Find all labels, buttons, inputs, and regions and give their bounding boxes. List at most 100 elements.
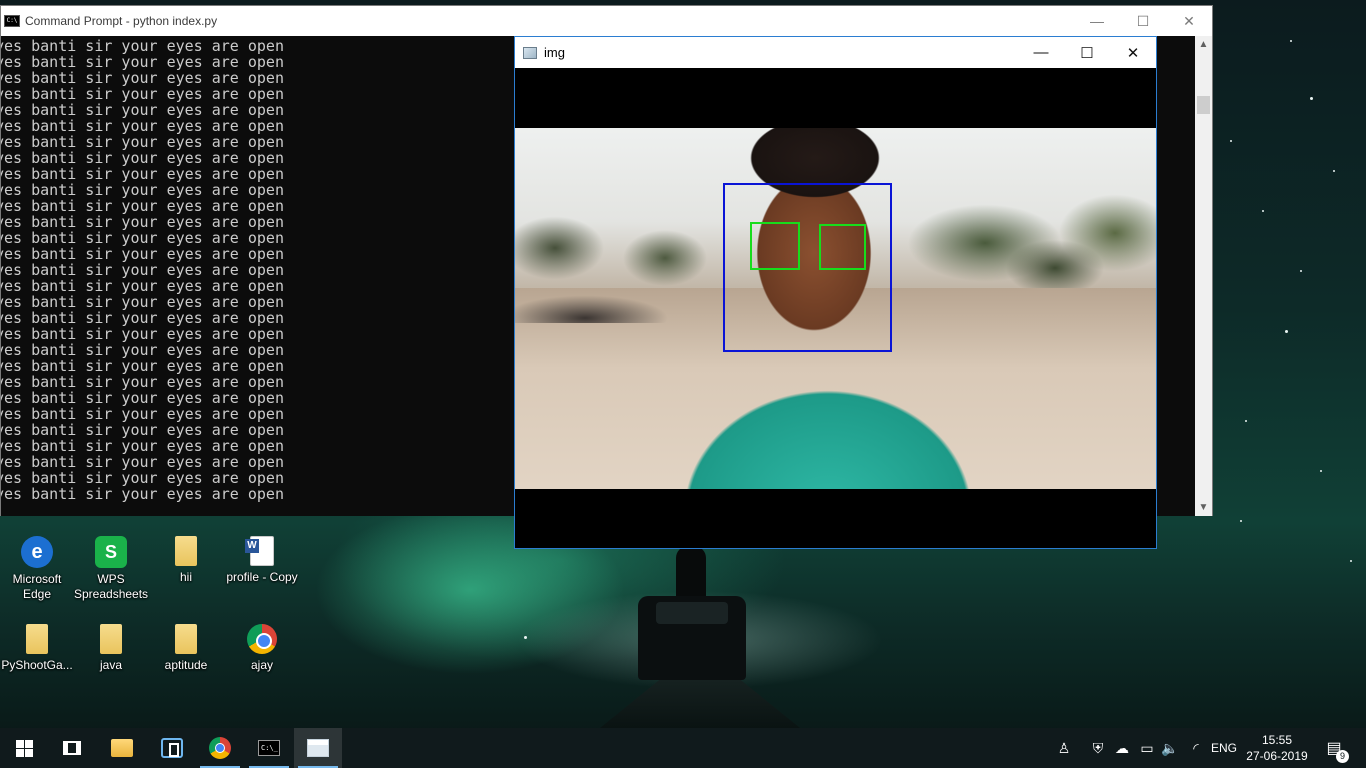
- cmd-output-line: yes banti sir your eyes are open: [1, 341, 284, 359]
- scroll-down-icon[interactable]: ▼: [1195, 499, 1212, 516]
- chrome-icon: [209, 737, 231, 759]
- cmd-output-line: yes banti sir your eyes are open: [1, 85, 284, 103]
- taskbar: C:\_ ♙ ⛨ ☁ ▭ 🔈 ◜ ENG 15:55 27-06-2019 ▤ …: [0, 728, 1366, 768]
- folder-icon: [175, 536, 197, 566]
- network-icon[interactable]: ◜: [1186, 728, 1206, 768]
- cmd-output-line: yes banti sir your eyes are open: [1, 117, 284, 135]
- desktop-icon-label: profile - Copy: [226, 570, 298, 584]
- image-window-icon: [307, 739, 329, 757]
- folder-icon: [100, 624, 122, 654]
- img-window[interactable]: img — ☐ ✕: [514, 36, 1157, 549]
- cmd-output-line: yes banti sir your eyes are open: [1, 469, 284, 487]
- cmd-output-line: yes banti sir your eyes are open: [1, 69, 284, 87]
- taskbar-clock[interactable]: 15:55 27-06-2019: [1246, 732, 1308, 764]
- windows-logo-icon: [15, 739, 33, 757]
- cmd-maximize-button[interactable]: ☐: [1120, 6, 1166, 36]
- cmd-output-line: yes banti sir your eyes are open: [1, 181, 284, 199]
- cmd-output-line: yes banti sir your eyes are open: [1, 485, 284, 503]
- notification-count-badge: 9: [1336, 750, 1349, 763]
- right-eye-detection-box: [819, 224, 866, 270]
- cmd-output-line: yes banti sir your eyes are open: [1, 325, 284, 343]
- cmd-output-line: yes banti sir your eyes are open: [1, 37, 284, 55]
- task-view-icon: [63, 741, 81, 755]
- cmd-output-line: yes banti sir your eyes are open: [1, 53, 284, 71]
- cmd-output-line: yes banti sir your eyes are open: [1, 261, 284, 279]
- cmd-icon: C:\: [4, 15, 20, 27]
- cmd-output-line: yes banti sir your eyes are open: [1, 101, 284, 119]
- desktop-icon-profile-copy[interactable]: profile - Copy: [225, 536, 299, 585]
- onedrive-icon[interactable]: ☁: [1112, 728, 1132, 768]
- cmd-output-line: yes banti sir your eyes are open: [1, 293, 284, 311]
- cmd-titlebar[interactable]: C:\ Command Prompt - python index.py — ☐…: [1, 6, 1212, 36]
- desktop-icon-label: ajay: [250, 658, 273, 672]
- cmd-output-line: yes banti sir your eyes are open: [1, 133, 284, 151]
- start-button[interactable]: [0, 728, 48, 768]
- img-window-title: img: [544, 45, 565, 60]
- cmd-window-title: Command Prompt - python index.py: [25, 14, 218, 28]
- taskbar-store[interactable]: [148, 728, 196, 768]
- chrome-icon: [247, 624, 277, 654]
- left-eye-detection-box: [750, 222, 800, 270]
- file-explorer-icon: [111, 739, 133, 757]
- img-close-button[interactable]: ✕: [1110, 37, 1156, 68]
- folder-icon: [175, 624, 197, 654]
- img-minimize-button[interactable]: —: [1018, 37, 1064, 68]
- desktop-icon-ajay[interactable]: ajay: [225, 624, 299, 673]
- desktop-icon-hii[interactable]: hii: [149, 536, 223, 585]
- language-indicator[interactable]: ENG: [1208, 728, 1240, 768]
- image-window-icon: [523, 46, 537, 59]
- people-icon[interactable]: ♙: [1052, 728, 1076, 768]
- cmd-output-line: yes banti sir your eyes are open: [1, 309, 284, 327]
- desktop-icon-java[interactable]: java: [74, 624, 148, 673]
- cmd-output-line: yes banti sir your eyes are open: [1, 437, 284, 455]
- taskbar-command-prompt[interactable]: C:\_: [245, 728, 293, 768]
- img-titlebar[interactable]: img — ☐ ✕: [515, 37, 1156, 68]
- desktop-icon-wps-spreadsheets[interactable]: S WPS Spreadsheets: [74, 536, 148, 602]
- cmd-output-line: yes banti sir your eyes are open: [1, 453, 284, 471]
- background-dirt-pile: [515, 278, 705, 323]
- person-shirt: [633, 343, 1023, 489]
- word-document-icon: [245, 536, 274, 566]
- cmd-output-line: yes banti sir your eyes are open: [1, 405, 284, 423]
- cmd-output-line: yes banti sir your eyes are open: [1, 149, 284, 167]
- cmd-output-line: yes banti sir your eyes are open: [1, 421, 284, 439]
- cmd-close-button[interactable]: ✕: [1166, 6, 1212, 36]
- taskbar-chrome[interactable]: [196, 728, 244, 768]
- store-icon: [161, 738, 183, 758]
- desktop-icon-label: Microsoft Edge: [12, 572, 62, 601]
- cmd-minimize-button[interactable]: —: [1074, 6, 1120, 36]
- desktop-icon-label: PyShootGa...: [1, 658, 73, 672]
- desktop-icon-label: java: [99, 658, 122, 672]
- cmd-output-line: yes banti sir your eyes are open: [1, 229, 284, 247]
- taskbar-file-explorer[interactable]: [98, 728, 146, 768]
- desktop-icon-label: hii: [179, 570, 192, 584]
- cmd-output-line: yes banti sir your eyes are open: [1, 213, 284, 231]
- img-maximize-button[interactable]: ☐: [1064, 37, 1110, 68]
- battery-icon[interactable]: ▭: [1137, 728, 1157, 768]
- cmd-icon: C:\_: [258, 740, 280, 756]
- scroll-up-icon[interactable]: ▲: [1195, 36, 1212, 53]
- wps-spreadsheets-icon: S: [95, 536, 127, 568]
- task-view-button[interactable]: [48, 728, 96, 768]
- desktop-icon-microsoft-edge[interactable]: e Microsoft Edge: [0, 536, 74, 602]
- taskbar-img-window[interactable]: [294, 728, 342, 768]
- cmd-scrollbar[interactable]: ▲ ▼: [1195, 36, 1212, 516]
- desktop-icon-label: aptitude: [164, 658, 208, 672]
- cmd-output-line: yes banti sir your eyes are open: [1, 197, 284, 215]
- cmd-output-line: yes banti sir your eyes are open: [1, 357, 284, 375]
- webcam-frame: [515, 128, 1156, 489]
- desktop-icon-aptitude[interactable]: aptitude: [149, 624, 223, 673]
- cmd-output-line: yes banti sir your eyes are open: [1, 277, 284, 295]
- volume-icon[interactable]: 🔈: [1160, 728, 1180, 768]
- clock-time: 15:55: [1261, 733, 1293, 747]
- scrollbar-thumb[interactable]: [1197, 96, 1210, 114]
- person-silhouette: [676, 546, 706, 598]
- face-detection-box: [723, 183, 892, 352]
- cmd-output-line: yes banti sir your eyes are open: [1, 373, 284, 391]
- cmd-output-line: yes banti sir your eyes are open: [1, 389, 284, 407]
- desktop-icon-pyshootga[interactable]: PyShootGa...: [0, 624, 74, 673]
- cmd-output-line: yes banti sir your eyes are open: [1, 245, 284, 263]
- desktop-icon-label: WPS Spreadsheets: [74, 572, 149, 601]
- clock-date: 27-06-2019: [1246, 749, 1308, 763]
- security-shield-icon[interactable]: ⛨: [1088, 728, 1108, 768]
